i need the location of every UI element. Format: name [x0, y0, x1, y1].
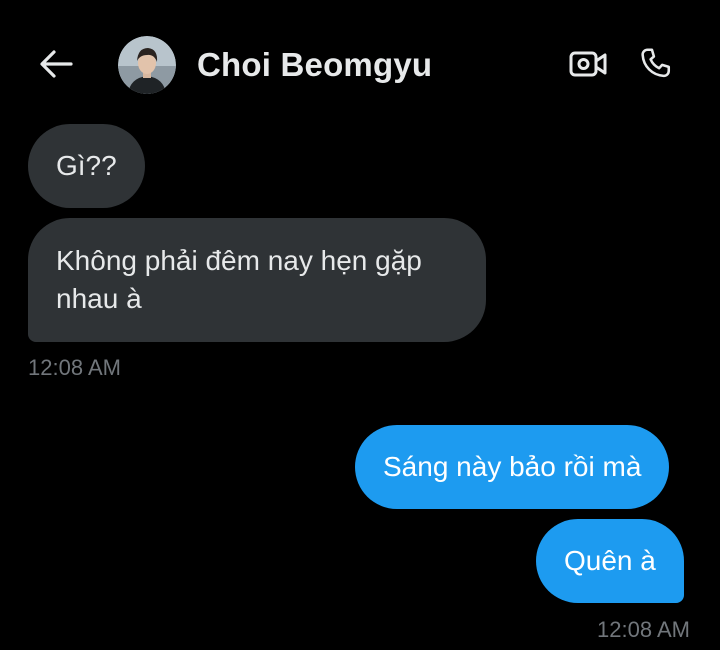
message-bubble-outgoing[interactable]: Quên à — [536, 519, 684, 603]
message-timestamp: 12:08 AM — [597, 617, 690, 642]
message-bubble-outgoing[interactable]: Sáng này bảo rồi mà — [355, 425, 670, 509]
dm-conversation-screen: Choi Beomgyu Gì?? Không phải đêm nay hẹn… — [0, 0, 720, 650]
arrow-left-icon — [40, 50, 73, 78]
profile-photo — [118, 36, 176, 94]
video-camera-icon — [569, 51, 607, 77]
avatar[interactable] — [118, 36, 176, 94]
conversation-header: Choi Beomgyu — [0, 0, 720, 130]
message-bubble-incoming[interactable]: Gì?? — [28, 124, 145, 208]
voice-call-button[interactable] — [634, 42, 678, 86]
contact-name[interactable]: Choi Beomgyu — [197, 46, 432, 84]
message-timestamp: 12:08 AM — [28, 355, 121, 380]
message-bubble-incoming[interactable]: Không phải đêm nay hẹn gặp nhau à — [28, 218, 486, 342]
phone-icon — [641, 48, 671, 78]
back-button[interactable] — [34, 44, 78, 84]
video-call-button[interactable] — [566, 44, 610, 84]
